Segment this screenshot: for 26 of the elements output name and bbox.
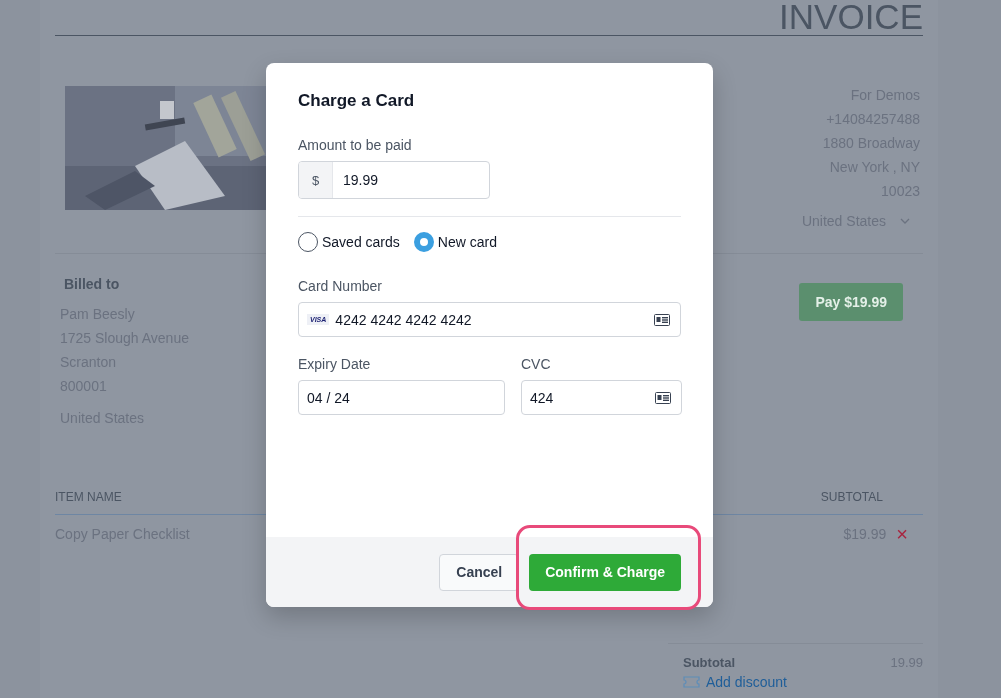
expiry-field[interactable]: 04 / 24 [298, 380, 505, 415]
column-header: SUBTOTAL [820, 490, 883, 504]
field-label: Card Number [298, 278, 384, 294]
subtotal-label: Subtotal [683, 655, 735, 670]
dialog-title: Charge a Card [298, 91, 416, 111]
id-card-icon [654, 313, 670, 326]
ticket-icon [683, 676, 700, 688]
cvc-input[interactable]: 424 [530, 389, 653, 406]
radio-button[interactable] [298, 232, 318, 252]
id-card-icon [655, 391, 671, 404]
field-label: CVC [521, 356, 552, 372]
cvc-field[interactable]: 424 [521, 380, 682, 415]
card-number-input[interactable]: 4242 4242 4242 4242 [331, 311, 652, 328]
invoice-title: INVOICE [779, 0, 923, 36]
currency-prefix: $ [299, 162, 333, 198]
radio-button[interactable] [413, 232, 434, 252]
expiry-input[interactable]: 04 / 24 [307, 389, 494, 406]
chevron-down-icon [900, 218, 910, 224]
card-option[interactable]: New card [413, 232, 497, 252]
field-label: Expiry Date [298, 356, 372, 372]
billed-to-heading: Billed to [64, 275, 121, 294]
column-header: ITEM NAME [55, 490, 122, 504]
amount-field[interactable]: $ 19.99 [298, 161, 490, 199]
card-option[interactable]: Saved cards [298, 232, 400, 252]
field-label: Amount to be paid [298, 137, 413, 153]
amount-input[interactable]: 19.99 [333, 162, 489, 198]
